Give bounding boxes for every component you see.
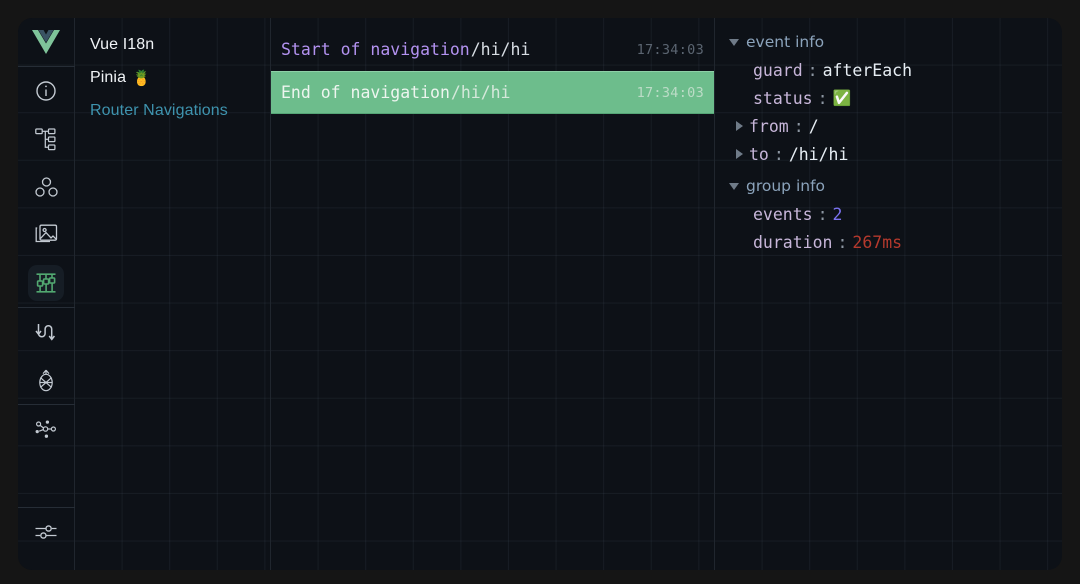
inspector-row-from[interactable]: from : / xyxy=(715,112,1062,140)
row-colon: : xyxy=(832,233,852,252)
row-value: 267ms xyxy=(852,233,902,252)
plugin-item-vue-i18n[interactable]: Vue I18n xyxy=(75,28,270,61)
section-header-group-info[interactable]: group info xyxy=(715,172,1062,200)
row-value: afterEach xyxy=(823,61,912,80)
event-title: End of navigation xyxy=(281,83,450,102)
plugin-item-router-navigations[interactable]: Router Navigations xyxy=(75,94,270,127)
sidebar-item-assets[interactable] xyxy=(18,163,75,211)
row-colon: : xyxy=(813,89,833,108)
status-check-icon: ✅ xyxy=(833,89,852,107)
inspector-section-event-info: event info guard : afterEach status : ✅ … xyxy=(715,28,1062,168)
section-title: group info xyxy=(746,177,825,195)
timeline-event-row[interactable]: Start of navigation /hi/hi 17:34:03 xyxy=(271,28,714,71)
sliders-icon xyxy=(28,514,64,550)
event-title: Start of navigation xyxy=(281,40,470,59)
vue-logo-icon xyxy=(28,24,64,60)
pineapple-icon xyxy=(28,362,64,398)
row-colon: : xyxy=(813,205,833,224)
row-value: /hi/hi xyxy=(789,145,849,164)
dependency-graph-icon xyxy=(28,411,64,447)
chevron-right-icon[interactable] xyxy=(736,121,743,131)
nodes-graph-icon xyxy=(28,169,64,205)
sidebar-item-images[interactable] xyxy=(18,211,75,259)
row-key: events xyxy=(753,205,813,224)
sidebar-item-settings[interactable] xyxy=(18,508,75,556)
inspector-row-events[interactable]: events : 2 xyxy=(715,200,1062,228)
plugin-label: Pinia xyxy=(90,69,126,87)
timeline-event-row[interactable]: End of navigation /hi/hi 17:34:03 xyxy=(271,71,714,114)
sidebar-item-components[interactable] xyxy=(18,115,75,163)
images-stack-icon xyxy=(28,217,64,253)
row-key: guard xyxy=(753,61,803,80)
sidebar-item-router[interactable] xyxy=(18,308,75,356)
plugin-label: Router Navigations xyxy=(90,102,228,120)
inspector-row-status[interactable]: status : ✅ xyxy=(715,84,1062,112)
event-timestamp: 17:34:03 xyxy=(637,42,704,58)
chevron-down-icon[interactable] xyxy=(729,39,739,46)
chevron-right-icon[interactable] xyxy=(736,149,743,159)
sidebar-item-pinia[interactable] xyxy=(18,356,75,404)
inspector-row-guard[interactable]: guard : afterEach xyxy=(715,56,1062,84)
row-key: duration xyxy=(753,233,832,252)
chevron-down-icon[interactable] xyxy=(729,183,739,190)
plugin-list-panel: Vue I18n Pinia 🍍 Router Navigations xyxy=(75,18,271,570)
inspector-row-to[interactable]: to : /hi/hi xyxy=(715,140,1062,168)
vue-logo-button[interactable] xyxy=(18,18,75,66)
devtools-window: Vue I18n Pinia 🍍 Router Navigations Star… xyxy=(18,18,1062,570)
route-path-icon xyxy=(28,314,64,350)
section-header-event-info[interactable]: event info xyxy=(715,28,1062,56)
event-path: /hi/hi xyxy=(471,40,531,59)
event-path: /hi/hi xyxy=(451,83,511,102)
event-inspector-panel: event info guard : afterEach status : ✅ … xyxy=(715,18,1062,570)
sidebar-item-graph[interactable] xyxy=(18,405,75,453)
inspector-section-group-info: group info events : 2 duration : 267ms xyxy=(715,172,1062,256)
icon-sidebar xyxy=(18,18,75,570)
event-timestamp: 17:34:03 xyxy=(637,85,704,101)
row-key: to xyxy=(749,145,769,164)
row-value: / xyxy=(809,117,819,136)
timeline-events-panel: Start of navigation /hi/hi 17:34:03 End … xyxy=(271,18,715,570)
inspector-row-duration[interactable]: duration : 267ms xyxy=(715,228,1062,256)
plugin-item-pinia[interactable]: Pinia 🍍 xyxy=(75,61,270,94)
section-title: event info xyxy=(746,33,824,51)
row-colon: : xyxy=(769,145,789,164)
plugin-label: Vue I18n xyxy=(90,36,154,54)
row-colon: : xyxy=(789,117,809,136)
row-key: status xyxy=(753,89,813,108)
pineapple-emoji-icon: 🍍 xyxy=(132,69,151,87)
info-circle-icon xyxy=(28,73,64,109)
row-colon: : xyxy=(803,61,823,80)
row-key: from xyxy=(749,117,789,136)
timeline-icon xyxy=(28,265,64,301)
sidebar-item-timeline[interactable] xyxy=(18,259,75,307)
component-tree-icon xyxy=(28,121,64,157)
sidebar-item-info[interactable] xyxy=(18,67,75,115)
row-value: 2 xyxy=(833,205,843,224)
